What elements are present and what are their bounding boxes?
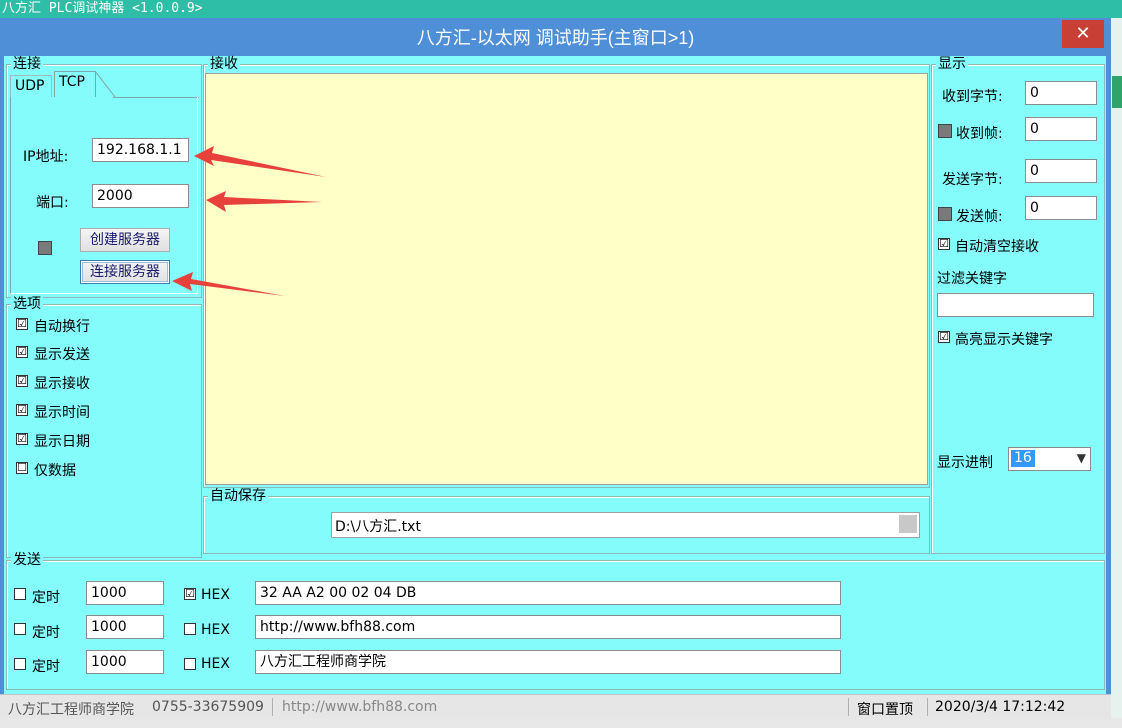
window-title: 八方汇-以太网 调试助手(主窗口>1): [416, 28, 695, 48]
background-icon: [1112, 76, 1122, 108]
client-area: 连接 UDP TCP IP地址: 192.168.1.1 端口: 2000 创建…: [4, 56, 1106, 714]
status-company: 八方汇工程师商学院: [8, 702, 134, 718]
close-button[interactable]: ✕: [1062, 20, 1104, 48]
status-datetime: 2020/3/4 17:12:42: [935, 699, 1066, 715]
status-url[interactable]: http://www.bfh88.com: [282, 699, 437, 715]
window-pin-toggle[interactable]: 窗口置顶: [857, 699, 913, 719]
annotation-arrows: [172, 146, 326, 296]
background-app-title: 八方汇 PLC调试神器 <1.0.0.9>: [2, 1, 203, 16]
arrow-connect: [172, 272, 285, 296]
status-phone: 0755-33675909: [152, 699, 264, 715]
background-window-edge: [1110, 18, 1122, 718]
main-window: 八方汇-以太网 调试助手(主窗口>1) ✕ 连接 UDP TCP IP地址: 1…: [0, 18, 1111, 719]
status-bar: 八方汇工程师商学院 0755-33675909 http://www.bfh88…: [0, 694, 1111, 719]
status-separator: [848, 698, 849, 716]
window-titlebar[interactable]: 八方汇-以太网 调试助手(主窗口>1) ✕: [0, 18, 1111, 56]
background-bottom-edge: [0, 718, 1122, 728]
arrow-port: [206, 191, 322, 212]
background-app-titlebar: 八方汇 PLC调试神器 <1.0.0.9>: [0, 0, 1122, 18]
status-separator: [272, 698, 273, 716]
status-separator: [927, 698, 928, 716]
arrow-ip: [194, 146, 326, 177]
